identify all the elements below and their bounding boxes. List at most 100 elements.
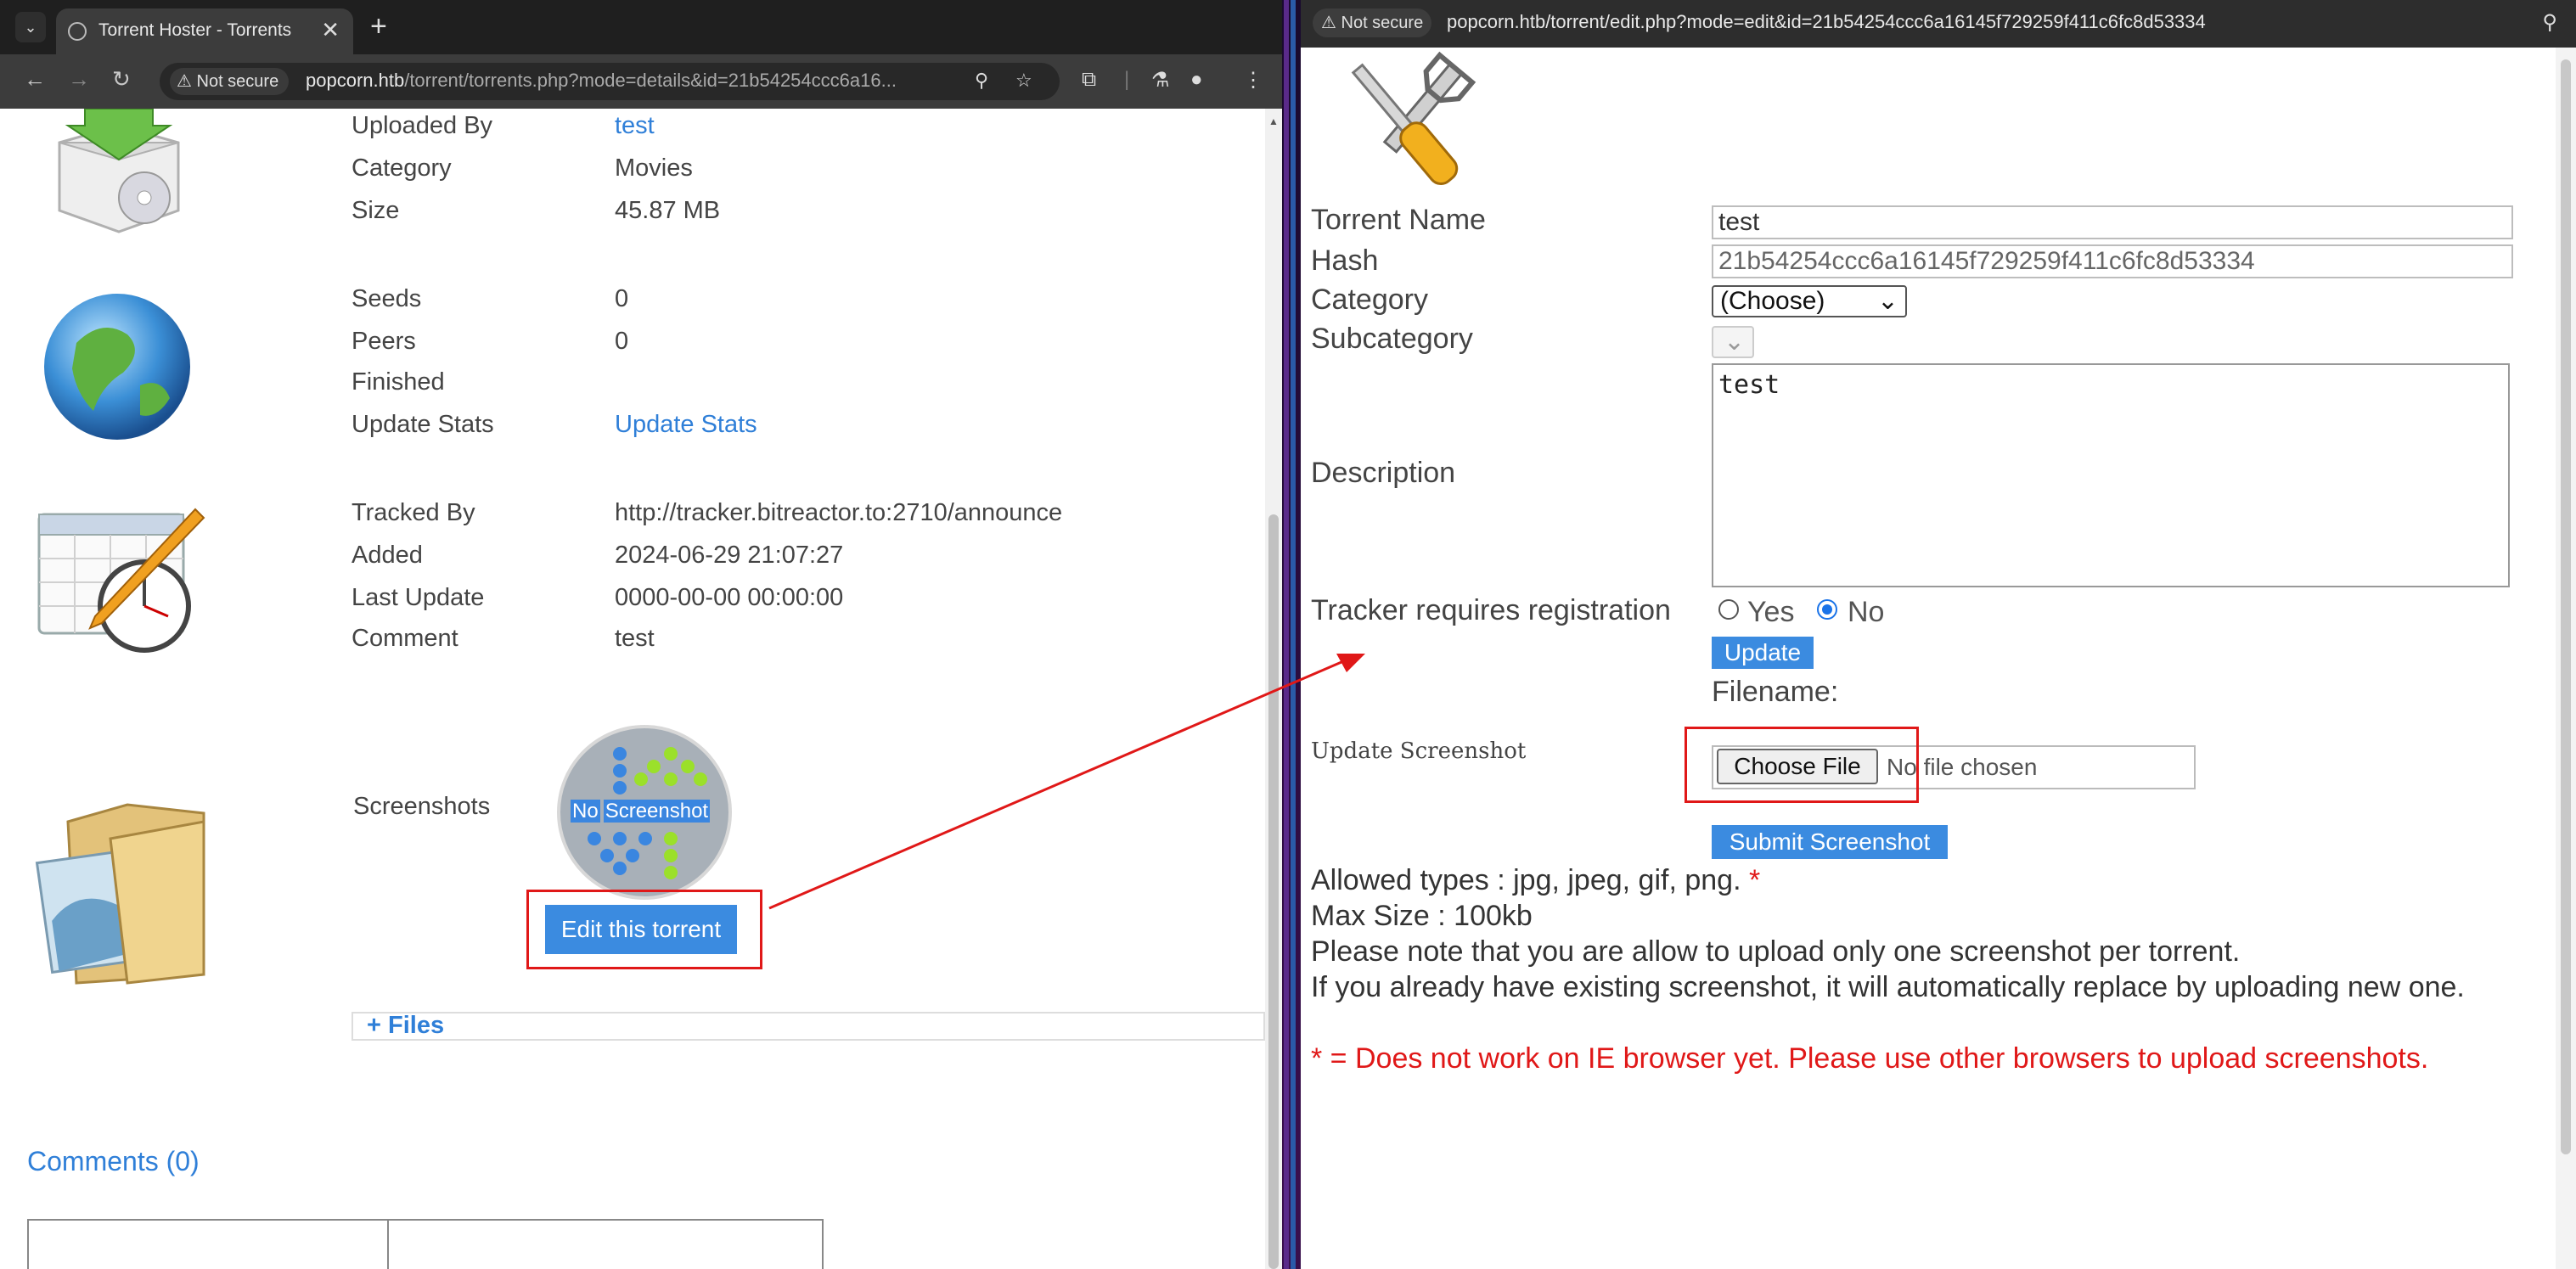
bookmark-star-icon[interactable]: ☆ [1015,70,1032,92]
reload-icon[interactable]: ↻ [112,66,131,93]
globe-icon [68,22,87,41]
comments-table [27,1219,824,1269]
left-scrollbar[interactable]: ▲ [1265,109,1282,1269]
description-text: test [1718,370,1780,400]
right-scrollbar[interactable] [2556,48,2576,1269]
tracked-by-value: http://tracker.bitreactor.to:2710/announ… [615,499,1063,526]
update-button[interactable]: Update [1712,637,1814,669]
uploaded-by-link[interactable]: test [615,112,655,140]
radio-yes-label: Yes [1747,596,1795,628]
comments-heading-link[interactable]: Comments (0) [27,1146,200,1177]
peers-label: Peers [352,328,416,355]
url-host: popcorn.htb [306,70,405,91]
calendar-clock-icon [37,508,205,653]
zoom-icon[interactable]: ⚲ [975,70,988,92]
tab-title: Torrent Hoster - Torrents [98,20,292,40]
added-value: 2024-06-29 21:07:27 [615,542,844,569]
comment-label: Comment [352,625,458,652]
left-browser-window: ⌄ Torrent Hoster - Torrents ✕ + ← → ↻ ⚠ … [0,0,1282,1269]
forward-icon[interactable]: → [68,66,90,93]
tracker-registration-label: Tracker requires registration [1311,594,1671,626]
last-update-label: Last Update [352,584,485,611]
one-screenshot-note: Please note that you are allow to upload… [1311,935,2241,968]
not-secure-chip[interactable]: ⚠ Not secure [170,68,290,95]
filename-label: Filename: [1712,676,1839,708]
profile-avatar-icon[interactable]: ● [1190,68,1203,92]
radio-no-dot [1822,604,1832,615]
peers-value: 0 [615,328,629,355]
not-secure-chip[interactable]: ⚠ Not secure [1313,8,1432,37]
no-screenshot-thumbnail: No Screenshot [557,725,732,900]
category-value: Movies [615,154,693,182]
scrollbar-thumb[interactable] [2561,59,2571,1154]
scrollbar-thumb[interactable] [1268,514,1279,1269]
replace-screenshot-note: If you already have existing screenshot,… [1311,971,2465,1003]
popup-address-bar: ⚠ Not secure popcorn.htb/torrent/edit.ph… [1301,0,2576,48]
new-tab-button[interactable]: + [370,10,387,43]
torrent-name-label: Torrent Name [1311,204,1486,236]
address-bar[interactable]: ⚠ Not secure popcorn.htb/torrent/torrent… [160,63,1060,100]
edit-torrent-button[interactable]: Edit this torrent [545,905,737,954]
tab-search-button[interactable]: ⌄ [15,12,46,42]
no-screenshot-no: No [571,800,600,823]
radio-no[interactable] [1817,599,1837,620]
torrent-details-page: Uploaded By test Category Movies Size 45… [0,109,1265,1269]
update-stats-link[interactable]: Update Stats [615,411,757,439]
extensions-icon[interactable]: ⧉ [1082,68,1096,92]
folder-icon [35,803,205,985]
chevron-down-icon: ⌄ [1876,287,1898,315]
files-toggle-link[interactable]: + Files [367,1012,444,1040]
category-select[interactable]: (Choose) ⌄ [1712,285,1907,317]
background-stripe [1291,0,1296,1269]
torrent-name-input[interactable]: test [1712,205,2513,239]
browser-toolbar: ← → ↻ ⚠ Not secure popcorn.htb/torrent/t… [0,54,1282,109]
comments-table-divider [387,1221,389,1269]
tab-torrents[interactable]: Torrent Hoster - Torrents ✕ [56,8,353,54]
background-stripe [1284,0,1289,1269]
close-tab-button[interactable]: ✕ [321,17,340,43]
toolbar-divider: | [1124,68,1130,91]
category-label: Category [352,154,452,182]
zoom-icon[interactable]: ⚲ [2542,10,2557,35]
subcategory-select[interactable]: ⌄ [1712,326,1754,358]
tools-wrench-screwdriver-icon [1351,51,1476,185]
added-label: Added [352,542,423,569]
hash-input[interactable]: 21b54254ccc6a16145f729259f411c6fc8d53334 [1712,244,2513,278]
screenshots-label: Screenshots [353,793,491,820]
globe-icon [44,294,190,440]
submit-screenshot-button[interactable]: Submit Screenshot [1712,825,1948,859]
url-text: popcorn.htb/torrent/torrents.php?mode=de… [306,70,1002,92]
uploaded-by-label: Uploaded By [352,112,493,139]
max-size-text: Max Size : 100kb [1311,900,1533,932]
finished-label: Finished [352,368,445,396]
not-secure-label: Not secure [1341,14,1424,32]
url-path: /torrent/torrents.php?mode=details&id=21… [404,70,897,91]
url-text: popcorn.htb/torrent/edit.php?mode=edit&i… [1447,11,2206,32]
radio-yes[interactable] [1718,599,1739,620]
size-label: Size [352,197,400,224]
chevron-down-icon: ⌄ [1724,328,1746,356]
menu-kebab-icon[interactable]: ⋮ [1243,68,1263,93]
ie-warning-text: * = Does not work on IE browser yet. Ple… [1311,1042,2429,1075]
allowed-types-text: Allowed types : jpg, jpeg, gif, png. * [1311,864,1760,897]
tab-strip: ⌄ Torrent Hoster - Torrents ✕ + [0,0,1282,54]
labs-flask-icon[interactable]: ⚗ [1151,68,1170,93]
update-stats-label: Update Stats [352,411,494,438]
back-icon[interactable]: ← [24,66,46,93]
scroll-up-arrow-icon[interactable]: ▲ [1268,115,1279,127]
seeds-value: 0 [615,285,629,312]
description-label: Description [1311,457,1456,489]
annotation-box-choose-file [1685,727,1919,803]
allowed-types-asterisk: * [1748,864,1761,896]
size-value: 45.87 MB [615,197,721,224]
not-secure-label: Not secure [196,72,279,91]
no-screenshot-caption: No Screenshot [571,800,711,823]
tracked-by-label: Tracked By [352,499,475,526]
subcategory-label: Subcategory [1311,323,1473,355]
update-screenshot-label: Update Screenshot [1311,738,1527,764]
last-update-value: 0000-00-00 00:00:00 [615,584,844,611]
comment-value: test [615,625,655,652]
category-selected: (Choose) [1720,287,1825,315]
hash-label: Hash [1311,244,1379,277]
description-textarea[interactable]: test [1712,363,2510,587]
